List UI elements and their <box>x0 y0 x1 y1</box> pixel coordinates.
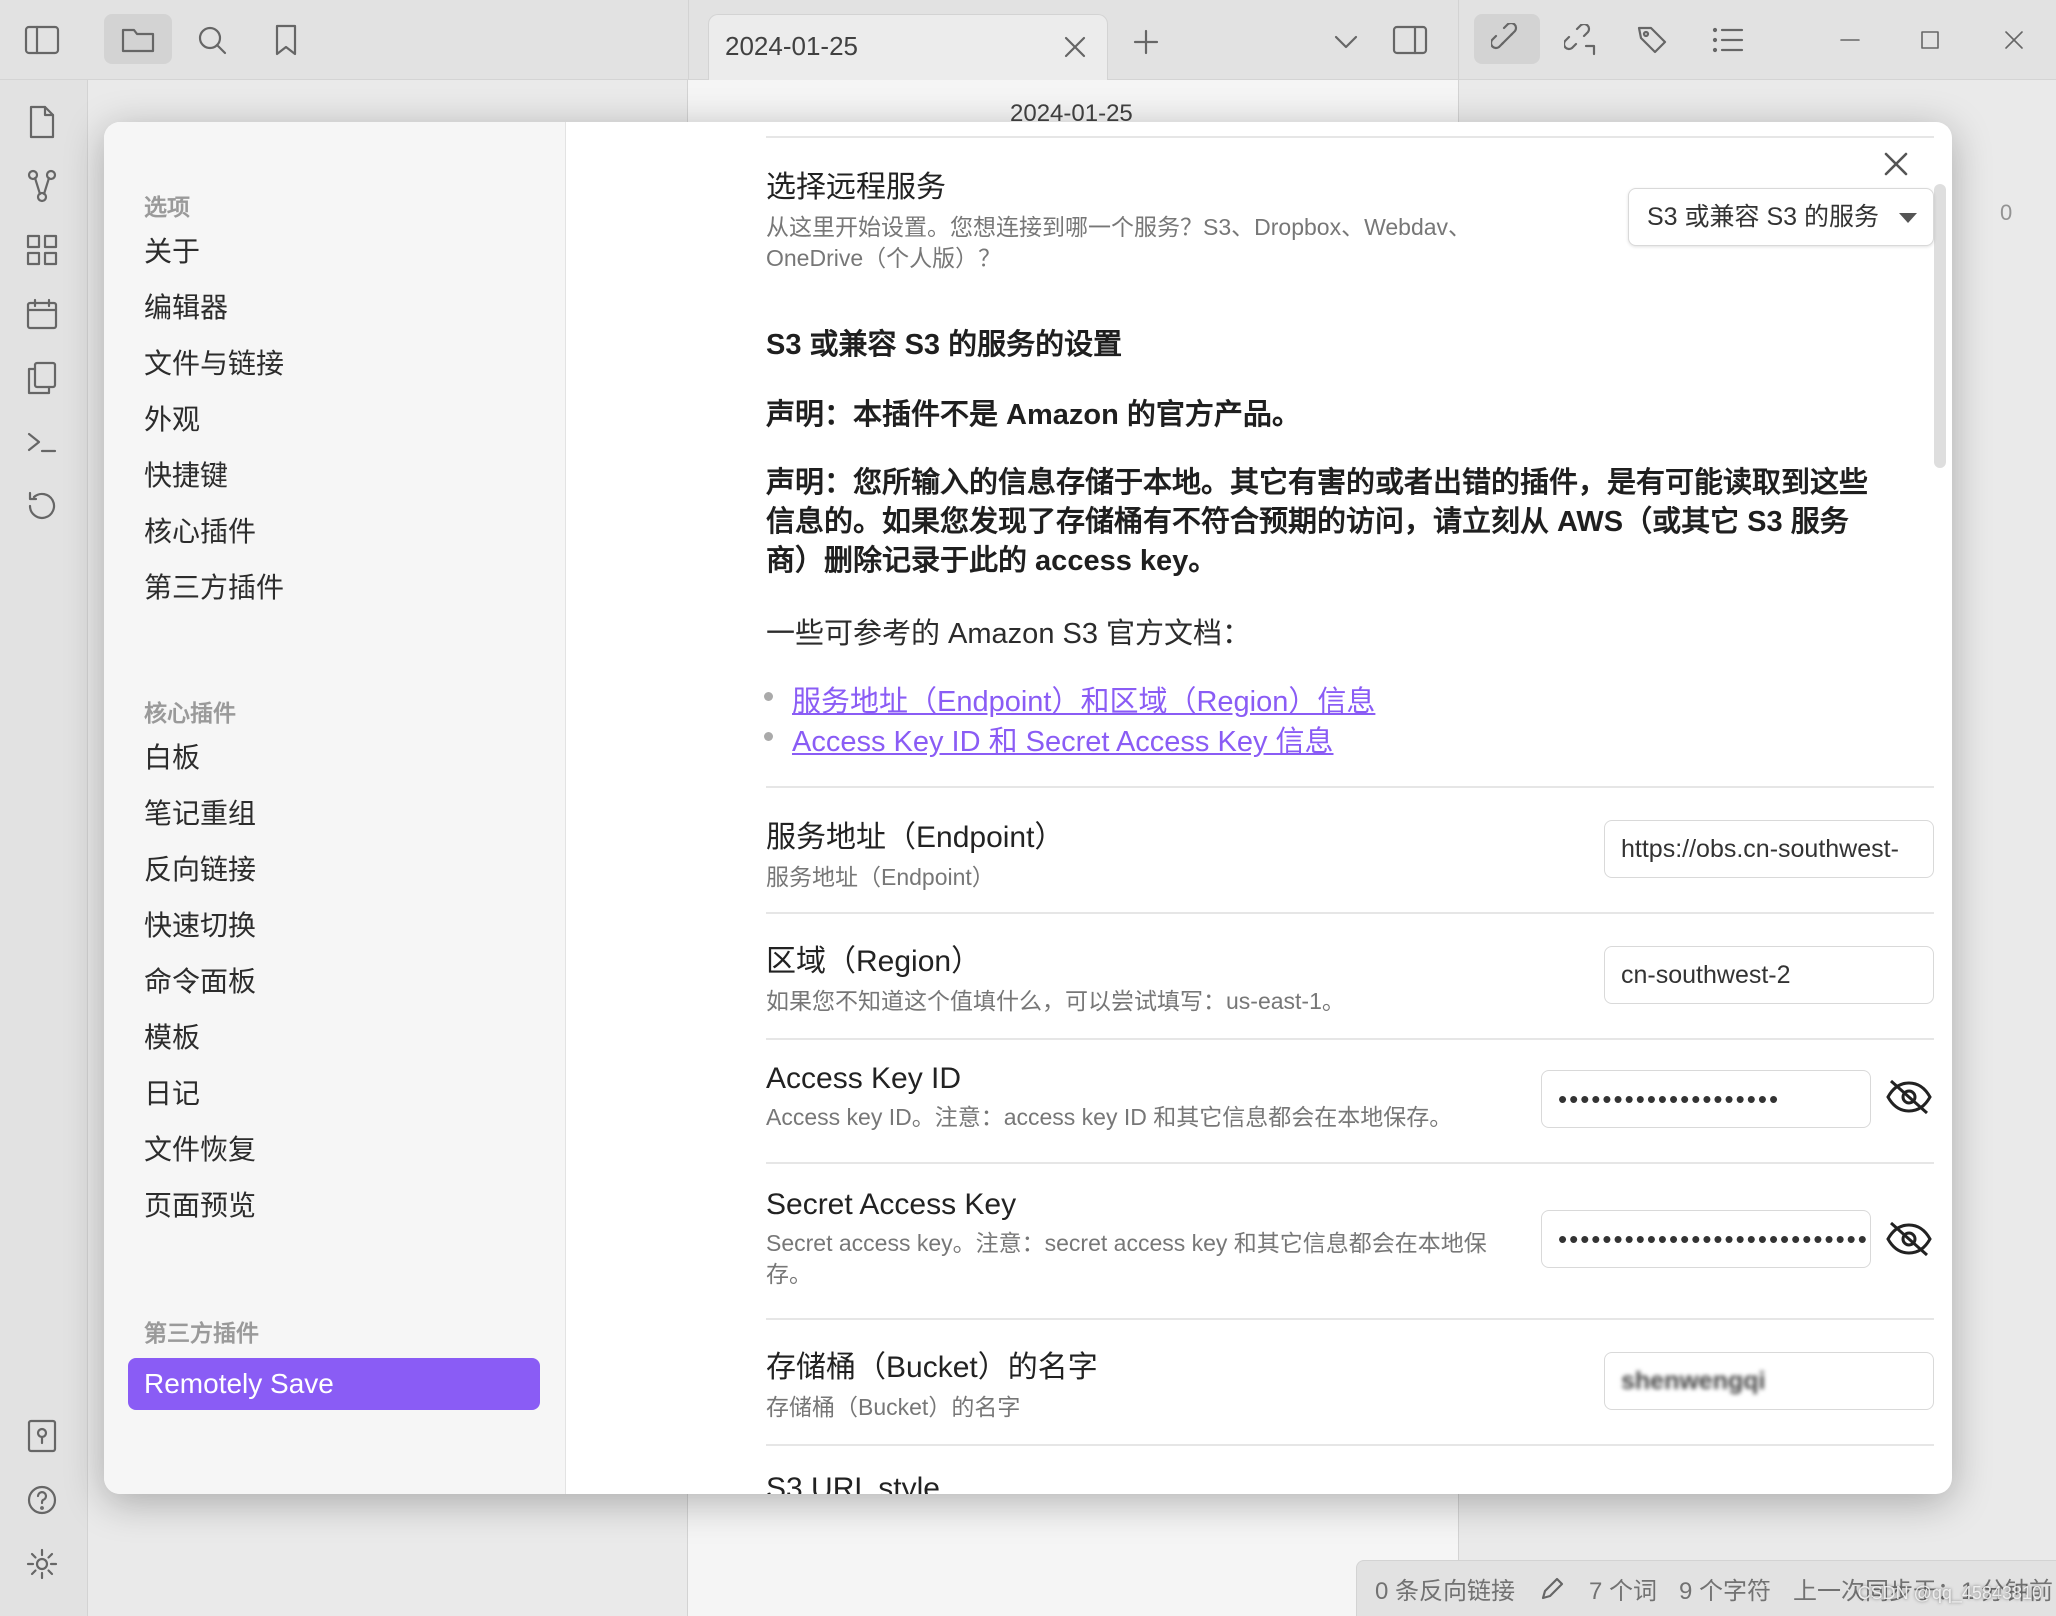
sidebar-heading-third-party: 第三方插件 <box>144 1320 259 1346</box>
divider <box>766 1318 1934 1320</box>
sidebar-heading-options: 选项 <box>144 194 190 220</box>
setting-name: 区域（Region） <box>766 945 982 978</box>
settings-modal: 选项 关于 编辑器 文件与链接 外观 快捷键 核心插件 第三方插件 核心插件 白… <box>104 122 1952 1494</box>
sidebar-item-canvas[interactable]: 白板 <box>144 736 200 776</box>
setting-desc: Access key ID。注意：access key ID 和其它信息都会在本… <box>766 1104 1453 1130</box>
sidebar-item-community-plugins[interactable]: 第三方插件 <box>144 566 284 606</box>
region-input[interactable]: cn-southwest-2 <box>1604 946 1934 1004</box>
setting-url-style: S3 URL style <box>766 1472 940 1494</box>
sidebar-item-note-composer[interactable]: 笔记重组 <box>144 792 256 832</box>
caret-down-icon <box>1899 213 1917 223</box>
sidebar-item-file-recovery[interactable]: 文件恢复 <box>144 1128 256 1168</box>
divider <box>766 1444 1934 1446</box>
endpoint-input[interactable]: https://obs.cn-southwest- <box>1604 820 1934 878</box>
sidebar-item-remotely-save[interactable]: Remotely Save <box>128 1358 540 1410</box>
sidebar-item-quick-switcher[interactable]: 快速切换 <box>144 904 256 944</box>
setting-desc: 服务地址（Endpoint） <box>766 864 995 890</box>
sidebar-item-hotkeys[interactable]: 快捷键 <box>144 454 228 494</box>
setting-desc: 存储桶（Bucket）的名字 <box>766 1394 1021 1420</box>
secret-access-key-input[interactable]: •••••••••••••••••••••••••••• <box>1541 1210 1871 1268</box>
setting-access-key-id: Access Key ID Access key ID。注意：access ke… <box>766 1062 1452 1133</box>
sidebar-item-page-preview[interactable]: 页面预览 <box>144 1184 256 1224</box>
disclaimer-storage-l1: 声明：您所输入的信息存储于本地。其它有害的或者出错的插件，是有可能读取到这些 <box>766 467 1869 499</box>
sidebar-item-daily-notes[interactable]: 日记 <box>144 1072 200 1112</box>
setting-remote-service: 选择远程服务 从这里开始设置。您想连接到哪一个服务？S3、Dropbox、Web… <box>766 162 1471 274</box>
sidebar-item-about[interactable]: 关于 <box>144 230 200 270</box>
setting-name: 选择远程服务 <box>766 171 946 204</box>
disclaimer-amazon: 声明：本插件不是 Amazon 的官方产品。 <box>766 399 1301 431</box>
divider <box>766 912 1934 914</box>
divider <box>766 786 1934 788</box>
setting-name: Secret Access Key <box>766 1188 1017 1221</box>
access-key-id-input[interactable]: •••••••••••••••••••• <box>1541 1070 1871 1128</box>
setting-endpoint: 服务地址（Endpoint） 服务地址（Endpoint） <box>766 812 1064 893</box>
sidebar-item-files-links[interactable]: 文件与链接 <box>144 342 284 382</box>
link-endpoint-region[interactable]: 服务地址（Endpoint）和区域（Region）信息 <box>763 678 1375 720</box>
remote-service-select[interactable]: S3 或兼容 S3 的服务 <box>1628 188 1934 246</box>
settings-sidebar: 选项 关于 编辑器 文件与链接 外观 快捷键 核心插件 第三方插件 核心插件 白… <box>104 122 566 1494</box>
setting-name: 服务地址（Endpoint） <box>766 821 1065 854</box>
sidebar-item-appearance[interactable]: 外观 <box>144 398 200 438</box>
divider <box>766 1162 1934 1164</box>
setting-name: S3 URL style <box>766 1472 940 1494</box>
setting-desc: 从这里开始设置。您想连接到哪一个服务？S3、Dropbox、Webdav、 <box>766 214 1472 240</box>
setting-desc: 存。 <box>766 1261 812 1287</box>
link-access-keys[interactable]: Access Key ID 和 Secret Access Key 信息 <box>764 718 1334 760</box>
setting-desc: Secret access key。注意：secret access key 和… <box>766 1230 1487 1256</box>
select-value: S3 或兼容 S3 的服务 <box>1647 203 1879 231</box>
setting-name: 存储桶（Bucket）的名字 <box>766 1351 1098 1384</box>
sidebar-item-editor[interactable]: 编辑器 <box>144 286 228 326</box>
setting-name: Access Key ID <box>766 1062 962 1095</box>
docs-intro: 一些可参考的 Amazon S3 官方文档： <box>766 618 1252 650</box>
settings-content: 选择远程服务 从这里开始设置。您想连接到哪一个服务？S3、Dropbox、Web… <box>566 122 1952 1494</box>
sidebar-item-templates[interactable]: 模板 <box>144 1016 200 1056</box>
sidebar-item-command-palette[interactable]: 命令面板 <box>144 960 256 1000</box>
disclaimer-storage-l2: 信息的。如果您发现了存储桶有不符合预期的访问，请立刻从 AWS（或其它 S3 服… <box>766 506 1849 538</box>
divider <box>766 1038 1934 1040</box>
bucket-input[interactable]: shenwengqi <box>1604 1352 1934 1410</box>
section-heading: S3 或兼容 S3 的服务的设置 <box>766 329 1123 361</box>
eye-off-icon[interactable] <box>1884 1072 1934 1122</box>
bucket-value: shenwengqi <box>1621 1367 1766 1395</box>
divider <box>766 136 1934 138</box>
sidebar-item-core-plugins[interactable]: 核心插件 <box>144 510 256 550</box>
setting-desc: OneDrive（个人版）？ <box>766 245 1002 271</box>
setting-bucket: 存储桶（Bucket）的名字 存储桶（Bucket）的名字 <box>766 1342 1098 1423</box>
eye-off-icon[interactable] <box>1884 1214 1934 1264</box>
setting-secret-access-key: Secret Access Key Secret access key。注意：s… <box>766 1188 1487 1290</box>
setting-desc: 如果您不知道这个值填什么，可以尝试填写：us-east-1。 <box>766 988 1345 1014</box>
sidebar-heading-core: 核心插件 <box>144 700 236 726</box>
setting-region: 区域（Region） 如果您不知道这个值填什么，可以尝试填写：us-east-1… <box>766 936 1345 1017</box>
disclaimer-storage-l3: 商）删除记录于此的 access key。 <box>766 545 1218 577</box>
sidebar-item-backlinks[interactable]: 反向链接 <box>144 848 256 888</box>
